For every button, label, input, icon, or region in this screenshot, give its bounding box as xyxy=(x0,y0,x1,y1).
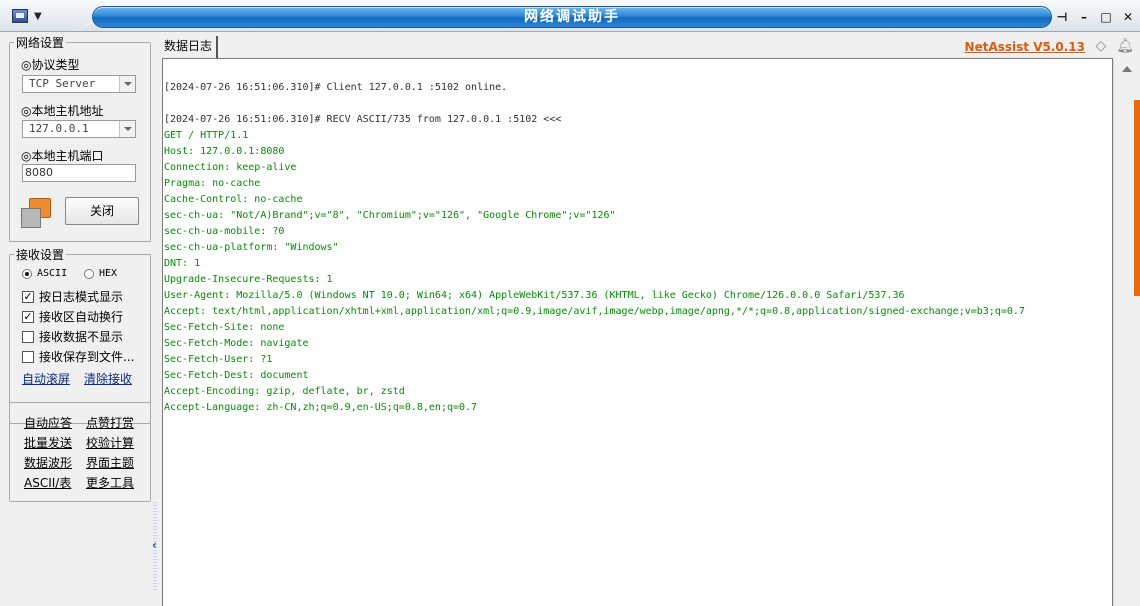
receive-log-area[interactable]: [2024-07-26 16:51:06.310]# Client 127.0.… xyxy=(162,58,1113,606)
log-scrollbar[interactable] xyxy=(1113,58,1140,606)
log-recv-line: Accept: text/html,application/xhtml+xml,… xyxy=(164,306,1025,317)
radio-hex-indicator[interactable] xyxy=(84,268,94,279)
minimize-button[interactable]: – xyxy=(1076,9,1092,25)
check-auto-wrap-label: 接收区自动换行 xyxy=(39,310,124,324)
log-system-line: [2024-07-26 16:51:06.310]# Client 127.0.… xyxy=(164,82,508,93)
radio-ascii-label: ASCII xyxy=(37,268,68,279)
app-icon xyxy=(12,9,28,23)
log-recv-line: Cache-Control: no-cache xyxy=(164,194,303,205)
protocol-value: TCP Server xyxy=(29,77,96,90)
network-status-icon-front xyxy=(21,208,41,228)
radio-hex[interactable]: HEX xyxy=(84,268,117,279)
checkbox-auto-wrap[interactable]: ✓ xyxy=(22,310,34,323)
tool-theme[interactable]: 界面主题 xyxy=(86,454,134,471)
left-panel: 网络设置 ◎协议类型 TCP Server ◎本地主机地址 127.0.0.1 … xyxy=(0,32,152,606)
checkbox-save-file[interactable] xyxy=(22,350,34,363)
clear-receive-link[interactable]: 清除接收 xyxy=(84,370,132,387)
check-save-file-label: 接收保存到文件... xyxy=(39,350,135,364)
auto-scroll-link[interactable]: 自动滚屏 xyxy=(22,370,70,387)
log-recv-line: Sec-Fetch-Site: none xyxy=(164,322,285,333)
tool-ascii-table[interactable]: ASCII/表 xyxy=(24,474,71,491)
log-recv-line: Host: 127.0.0.1:8080 xyxy=(164,146,285,157)
log-recv-line: Sec-Fetch-Dest: document xyxy=(164,370,309,381)
chevron-down-icon[interactable] xyxy=(119,121,135,137)
brand-link[interactable]: NetAssist V5.0.13 xyxy=(965,40,1085,54)
log-recv-line: Accept-Encoding: gzip, deflate, br, zstd xyxy=(164,386,405,397)
port-label: ◎本地主机端口 xyxy=(21,149,104,163)
tool-donate[interactable]: 点赞打赏 xyxy=(86,414,134,431)
log-recv-line: Sec-Fetch-Mode: navigate xyxy=(164,338,309,349)
tool-batch-send[interactable]: 批量发送 xyxy=(24,434,72,451)
host-select[interactable]: 127.0.0.1 xyxy=(22,120,136,138)
radio-ascii[interactable]: ASCII xyxy=(22,268,67,279)
check-auto-wrap[interactable]: ✓ 接收区自动换行 xyxy=(22,308,123,325)
log-system-line: [2024-07-26 16:51:06.310]# RECV ASCII/73… xyxy=(164,114,562,125)
log-recv-line: Accept-Language: zh-CN,zh;q=0.9,en-US;q=… xyxy=(164,402,478,413)
tool-more[interactable]: 更多工具 xyxy=(86,474,134,491)
title-bar: ▼ 网络调试助手 ⊣ – □ ✕ xyxy=(0,0,1140,32)
port-input[interactable]: 8080 xyxy=(22,164,136,182)
tab-data-log[interactable]: 数据日志 xyxy=(160,36,219,58)
log-recv-line: DNT: 1 xyxy=(164,258,201,269)
check-save-file[interactable]: 接收保存到文件... xyxy=(22,348,134,365)
tab-bar: 数据日志 NetAssist V5.0.13 ◇ 🔔︎ xyxy=(160,36,1140,58)
radio-hex-label: HEX xyxy=(99,268,118,279)
log-recv-line: GET / HTTP/1.1 xyxy=(164,130,249,141)
host-value: 127.0.0.1 xyxy=(29,122,89,135)
log-recv-line: Upgrade-Insecure-Requests: 1 xyxy=(164,274,333,285)
window-controls: ⊣ – □ ✕ xyxy=(1054,8,1136,26)
log-recv-line: sec-ch-ua-mobile: ?0 xyxy=(164,226,285,237)
log-recv-line: Pragma: no-cache xyxy=(164,178,261,189)
chevron-down-icon: ▼ xyxy=(34,10,42,22)
log-recv-line: User-Agent: Mozilla/5.0 (Windows NT 10.0… xyxy=(164,290,905,301)
log-recv-line: Connection: keep-alive xyxy=(164,162,297,173)
scroll-accent-bar xyxy=(1134,100,1140,296)
close-window-button[interactable]: ✕ xyxy=(1120,9,1136,25)
check-hide-data[interactable]: 接收数据不显示 xyxy=(22,328,123,345)
log-recv-line: sec-ch-ua-platform: "Windows" xyxy=(164,242,339,253)
panel-splitter[interactable]: ‹ xyxy=(152,32,160,606)
check-log-mode[interactable]: ✓ 按日志模式显示 xyxy=(22,288,123,305)
diamond-icon[interactable]: ◇ xyxy=(1095,38,1106,54)
scroll-up-icon[interactable] xyxy=(1122,66,1132,72)
tool-auto-reply[interactable]: 自动应答 xyxy=(24,414,72,431)
recv-settings-legend: 接收设置 xyxy=(16,248,65,262)
check-hide-data-label: 接收数据不显示 xyxy=(39,330,124,344)
bell-icon[interactable]: 🔔︎ xyxy=(1116,38,1134,54)
protocol-label: ◎协议类型 xyxy=(21,58,80,72)
tool-waveform[interactable]: 数据波形 xyxy=(24,454,72,471)
checkbox-hide-data[interactable] xyxy=(22,330,34,343)
checkbox-log-mode[interactable]: ✓ xyxy=(22,290,34,303)
net-settings-legend: 网络设置 xyxy=(16,36,65,50)
log-recv-line: sec-ch-ua: "Not/A)Brand";v="8", "Chromiu… xyxy=(164,210,616,221)
tool-checksum[interactable]: 校验计算 xyxy=(86,434,134,451)
protocol-select[interactable]: TCP Server xyxy=(22,75,136,93)
window-title: 网络调试助手 xyxy=(92,6,1052,28)
host-label: ◎本地主机地址 xyxy=(21,104,104,118)
maximize-button[interactable]: □ xyxy=(1098,9,1114,25)
brand-icons: ◇ 🔔︎ xyxy=(1095,38,1134,54)
chevron-down-icon[interactable] xyxy=(119,76,135,92)
chevron-left-icon[interactable]: ‹ xyxy=(152,538,157,552)
radio-ascii-indicator[interactable] xyxy=(22,268,32,279)
close-connection-button[interactable]: 关闭 xyxy=(65,197,139,225)
log-recv-line: Sec-Fetch-User: ?1 xyxy=(164,354,273,365)
pin-icon[interactable]: ⊣ xyxy=(1054,9,1070,25)
check-log-mode-label: 按日志模式显示 xyxy=(39,290,124,304)
network-status-icon xyxy=(21,198,53,230)
